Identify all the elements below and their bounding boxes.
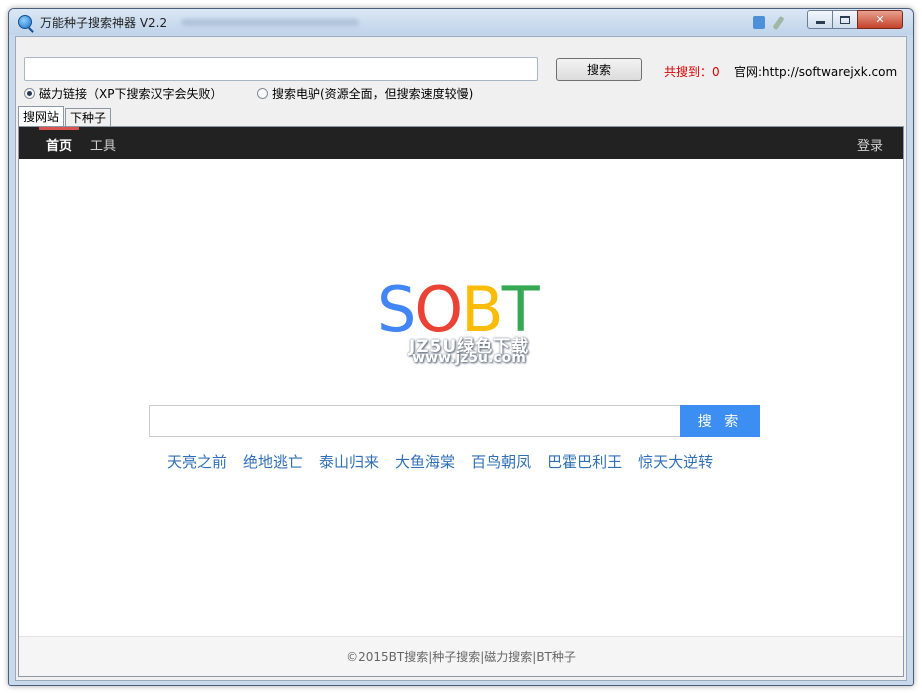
window-title: 万能种子搜索神器 V2.2 — [40, 16, 168, 30]
magnifier-app-icon — [18, 15, 32, 29]
minimize-icon — [815, 21, 825, 24]
keyword-input[interactable] — [24, 57, 538, 81]
blurred-title-region — [181, 19, 359, 26]
minimize-button[interactable] — [807, 10, 833, 29]
radio-emule-option[interactable]: 搜索电驴(资源全面，但搜索速度较慢) — [257, 85, 473, 102]
hot-link[interactable]: 泰山归来 — [319, 451, 379, 472]
site-search-input[interactable] — [149, 405, 680, 437]
hot-link[interactable]: 大鱼海棠 — [395, 451, 455, 472]
radio-magnet-option[interactable]: 磁力链接（XP下搜索汉字会失败） — [24, 85, 222, 102]
radio-emule[interactable] — [257, 88, 268, 99]
pencil-icon[interactable] — [772, 15, 785, 31]
hot-link[interactable]: 惊天大逆转 — [638, 451, 713, 472]
site-navbar: 首页 工具 登录 — [19, 127, 903, 159]
nav-login-link[interactable]: 登录 — [857, 135, 883, 154]
hot-search-links: 天亮之前 绝地逃亡 泰山归来 大鱼海棠 百鸟朝凤 巴霍巴利王 惊天大逆转 — [167, 451, 729, 472]
search-button[interactable]: 搜索 — [556, 58, 642, 81]
maximize-icon — [840, 15, 850, 24]
close-button[interactable]: ✕ — [857, 10, 903, 29]
tab-search-sites[interactable]: 搜网站 — [18, 106, 65, 128]
nav-home-link[interactable]: 首页 — [46, 135, 72, 154]
radio-emule-label[interactable]: 搜索电驴(资源全面，但搜索速度较慢) — [272, 85, 473, 102]
hot-link[interactable]: 天亮之前 — [167, 451, 227, 472]
site-search-button[interactable]: 搜 索 — [680, 405, 760, 437]
title-bar[interactable]: 万能种子搜索神器 V2.2 ✕ — [9, 9, 913, 35]
tab-strip: 搜网站 下种子 — [18, 104, 112, 128]
active-nav-indicator — [39, 127, 79, 130]
nav-tools-link[interactable]: 工具 — [90, 135, 116, 154]
radio-magnet-label[interactable]: 磁力链接（XP下搜索汉字会失败） — [39, 85, 222, 102]
app-window: 万能种子搜索神器 V2.2 ✕ 搜索 共搜到：0 官网:http://softw… — [8, 8, 914, 686]
result-count-label: 共搜到：0 — [664, 65, 720, 79]
hot-link[interactable]: 百鸟朝凤 — [471, 451, 531, 472]
maximize-button[interactable] — [832, 10, 858, 29]
client-area: 搜索 共搜到：0 官网:http://softwarejxk.com 磁力链接（… — [15, 36, 907, 681]
hot-link[interactable]: 巴霍巴利王 — [547, 451, 622, 472]
close-icon: ✕ — [875, 13, 885, 26]
embedded-browser: 首页 工具 登录 SOBT JZ5U绿色下载 www.jz5u.com 搜 索 … — [18, 126, 904, 677]
tab-download-torrent[interactable]: 下种子 — [65, 108, 112, 127]
hot-link[interactable]: 绝地逃亡 — [243, 451, 303, 472]
official-site-label: 官网:http://softwarejxk.com — [734, 65, 898, 79]
radio-magnet[interactable] — [24, 88, 35, 99]
document-icon[interactable] — [753, 16, 765, 29]
watermark-url: www.jz5u.com — [412, 350, 526, 366]
site-footer: ©2015BT搜索|种子搜索|磁力搜索|BT种子 — [19, 636, 903, 676]
